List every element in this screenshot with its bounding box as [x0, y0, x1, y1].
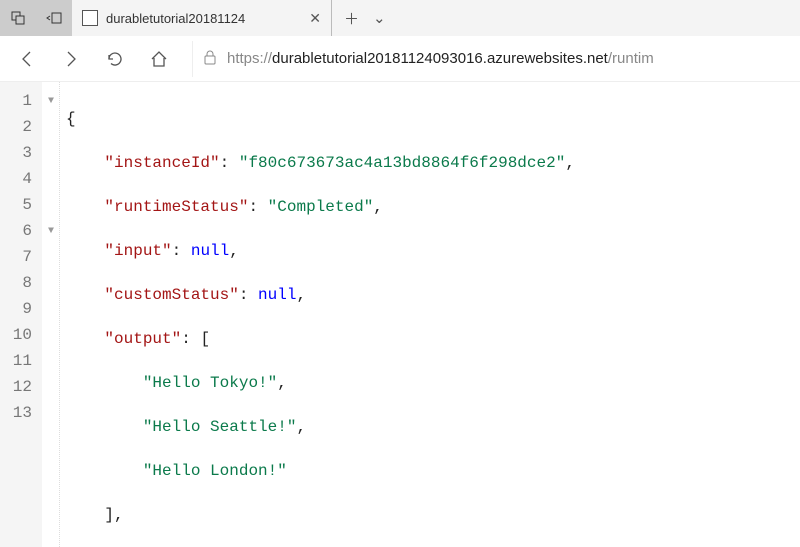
home-button[interactable] — [140, 40, 178, 78]
window-tabs-icon[interactable] — [0, 0, 36, 36]
browser-tab[interactable]: durabletutorial20181124 ✕ — [72, 0, 332, 36]
url-text: https://durabletutorial20181124093016.az… — [227, 50, 654, 67]
code-area[interactable]: { "instanceId": "f80c673673ac4a13bd8864f… — [60, 82, 800, 547]
fold-toggle-icon[interactable]: ▼ — [43, 88, 59, 114]
line-number: 6 — [6, 218, 32, 244]
line-number: 10 — [6, 322, 32, 348]
titlebar: durabletutorial20181124 ✕ ＋ ⌄ — [0, 0, 800, 36]
navbar: https://durabletutorial20181124093016.az… — [0, 36, 800, 82]
new-tab-icon[interactable]: ＋ — [344, 8, 359, 29]
lock-icon — [203, 49, 217, 69]
fold-toggle-icon[interactable]: ▼ — [43, 218, 59, 244]
line-number: 11 — [6, 348, 32, 374]
line-number: 3 — [6, 140, 32, 166]
line-number: 13 — [6, 400, 32, 426]
tab-chevron-down-icon[interactable]: ⌄ — [373, 9, 386, 27]
tab-strip-actions: ＋ ⌄ — [332, 0, 800, 36]
line-number-gutter: 1 2 3 4 5 6 7 8 9 10 11 12 13 — [0, 82, 42, 547]
forward-button[interactable] — [52, 40, 90, 78]
line-number: 9 — [6, 296, 32, 322]
line-number: 1 — [6, 88, 32, 114]
fold-gutter: ▼ ▼ — [42, 82, 60, 547]
line-number: 4 — [6, 166, 32, 192]
set-aside-tabs-icon[interactable] — [36, 0, 72, 36]
page-favicon-icon — [82, 10, 98, 26]
line-number: 7 — [6, 244, 32, 270]
line-number: 2 — [6, 114, 32, 140]
json-viewer: 1 2 3 4 5 6 7 8 9 10 11 12 13 ▼ ▼ { "ins… — [0, 82, 800, 547]
line-number: 8 — [6, 270, 32, 296]
close-tab-icon[interactable]: ✕ — [309, 10, 321, 27]
address-bar[interactable]: https://durabletutorial20181124093016.az… — [192, 41, 792, 77]
refresh-button[interactable] — [96, 40, 134, 78]
line-number: 5 — [6, 192, 32, 218]
back-button[interactable] — [8, 40, 46, 78]
line-number: 12 — [6, 374, 32, 400]
tab-title: durabletutorial20181124 — [106, 11, 301, 26]
